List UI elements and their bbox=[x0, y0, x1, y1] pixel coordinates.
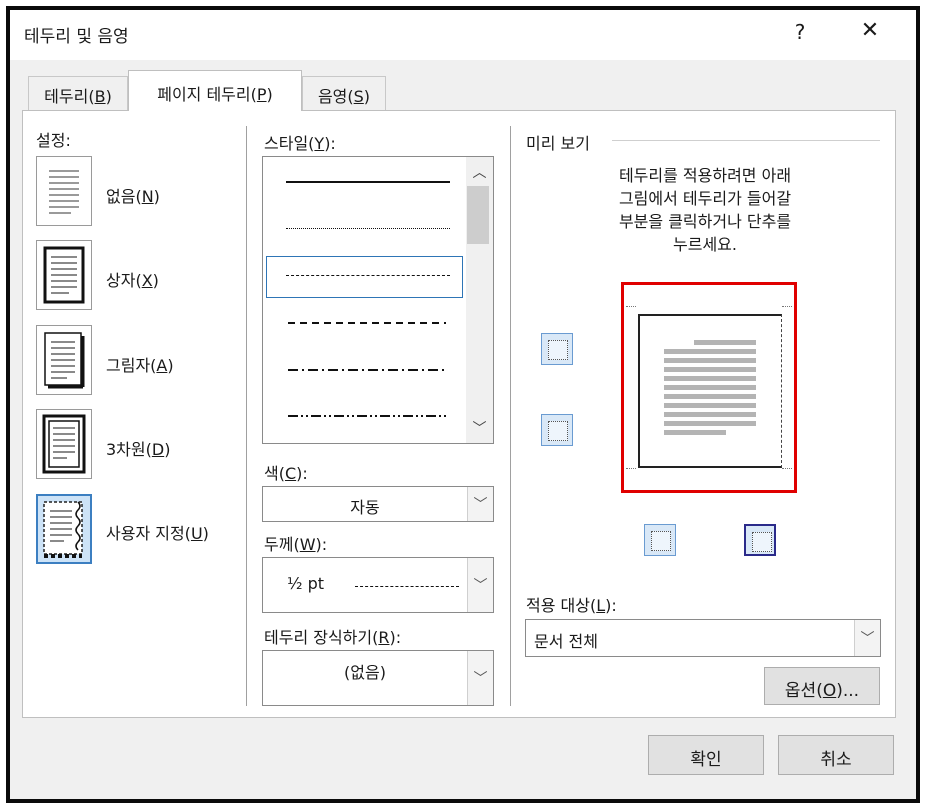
width-line-sample bbox=[355, 586, 459, 587]
ok-button[interactable]: 확인 bbox=[648, 735, 764, 775]
settings-label: 설정: bbox=[36, 131, 71, 150]
style-option-dash[interactable] bbox=[288, 322, 446, 324]
style-option-solid[interactable] bbox=[286, 181, 450, 183]
tab-borders[interactable]: 테두리(B) bbox=[28, 76, 128, 110]
scroll-up-icon[interactable]: ︿ bbox=[466, 162, 493, 182]
left-border-icon[interactable] bbox=[644, 524, 676, 556]
style-option-dash-dot[interactable] bbox=[288, 369, 446, 371]
setting-shadow[interactable]: 그림자(A) bbox=[106, 352, 174, 376]
highlight-box bbox=[621, 282, 797, 493]
setting-3d[interactable]: 3차원(D) bbox=[106, 436, 170, 460]
art-value: (없음) bbox=[344, 663, 386, 682]
width-dropdown[interactable]: ½ pt ﹀ bbox=[262, 557, 494, 613]
dialog-title: 테두리 및 음영 bbox=[24, 27, 129, 47]
right-border-icon[interactable] bbox=[744, 524, 776, 556]
setting-3d-icon[interactable] bbox=[36, 409, 92, 479]
chevron-down-icon[interactable]: ﹀ bbox=[467, 651, 493, 705]
preview-hint: 테두리를 적용하려면 아래 그림에서 테두리가 들어갈 부분을 클릭하거나 단추… bbox=[618, 166, 792, 254]
setting-box-icon[interactable] bbox=[36, 240, 92, 310]
chevron-down-icon[interactable]: ﹀ bbox=[467, 487, 493, 521]
width-value: ½ pt bbox=[287, 574, 325, 593]
tab-shading[interactable]: 음영(S) bbox=[302, 76, 386, 110]
style-label: 스타일(Y): bbox=[264, 134, 336, 153]
style-option-fine-dash[interactable] bbox=[286, 275, 450, 276]
color-label: 색(C): bbox=[264, 464, 308, 483]
setting-shadow-icon[interactable] bbox=[36, 325, 92, 395]
chevron-down-icon[interactable]: ﹀ bbox=[854, 620, 880, 656]
setting-custom[interactable]: 사용자 지정(U) bbox=[106, 520, 209, 544]
preview-label: 미리 보기 bbox=[526, 134, 590, 153]
art-dropdown[interactable]: (없음) ﹀ bbox=[262, 650, 494, 706]
setting-none[interactable]: 없음(N) bbox=[106, 183, 160, 207]
color-dropdown[interactable]: 자동 ﹀ bbox=[262, 486, 494, 522]
preview-divider bbox=[612, 140, 880, 141]
art-label: 테두리 장식하기(R): bbox=[264, 628, 402, 647]
style-list[interactable] bbox=[262, 156, 494, 444]
close-button[interactable]: ✕ bbox=[856, 18, 884, 43]
width-label: 두께(W): bbox=[264, 535, 328, 554]
cancel-button[interactable]: 취소 bbox=[778, 735, 894, 775]
chevron-down-icon[interactable]: ﹀ bbox=[467, 558, 493, 612]
bottom-border-icon[interactable] bbox=[541, 414, 573, 446]
options-button[interactable]: 옵션(O)... bbox=[764, 667, 880, 705]
style-option-dash-dot-dot[interactable] bbox=[288, 415, 446, 417]
divider bbox=[510, 126, 511, 706]
apply-dropdown[interactable]: 문서 전체 ﹀ bbox=[525, 619, 881, 657]
title-bar bbox=[10, 10, 916, 60]
divider bbox=[246, 126, 247, 706]
help-button[interactable]: ? bbox=[790, 20, 810, 44]
color-value: 자동 bbox=[350, 498, 380, 517]
scroll-down-icon[interactable]: ﹀ bbox=[466, 418, 493, 438]
tab-page-border[interactable]: 페이지 테두리(P) bbox=[128, 70, 302, 111]
apply-value: 문서 전체 bbox=[534, 632, 598, 651]
selected-style-highlight bbox=[266, 256, 463, 298]
setting-none-icon[interactable] bbox=[36, 156, 92, 226]
style-option-dotted[interactable] bbox=[286, 228, 450, 229]
scrollbar-thumb[interactable] bbox=[467, 186, 489, 244]
setting-custom-icon[interactable] bbox=[36, 494, 92, 564]
apply-label: 적용 대상(L): bbox=[526, 596, 617, 615]
setting-box[interactable]: 상자(X) bbox=[106, 267, 159, 291]
top-border-icon[interactable] bbox=[541, 333, 573, 365]
